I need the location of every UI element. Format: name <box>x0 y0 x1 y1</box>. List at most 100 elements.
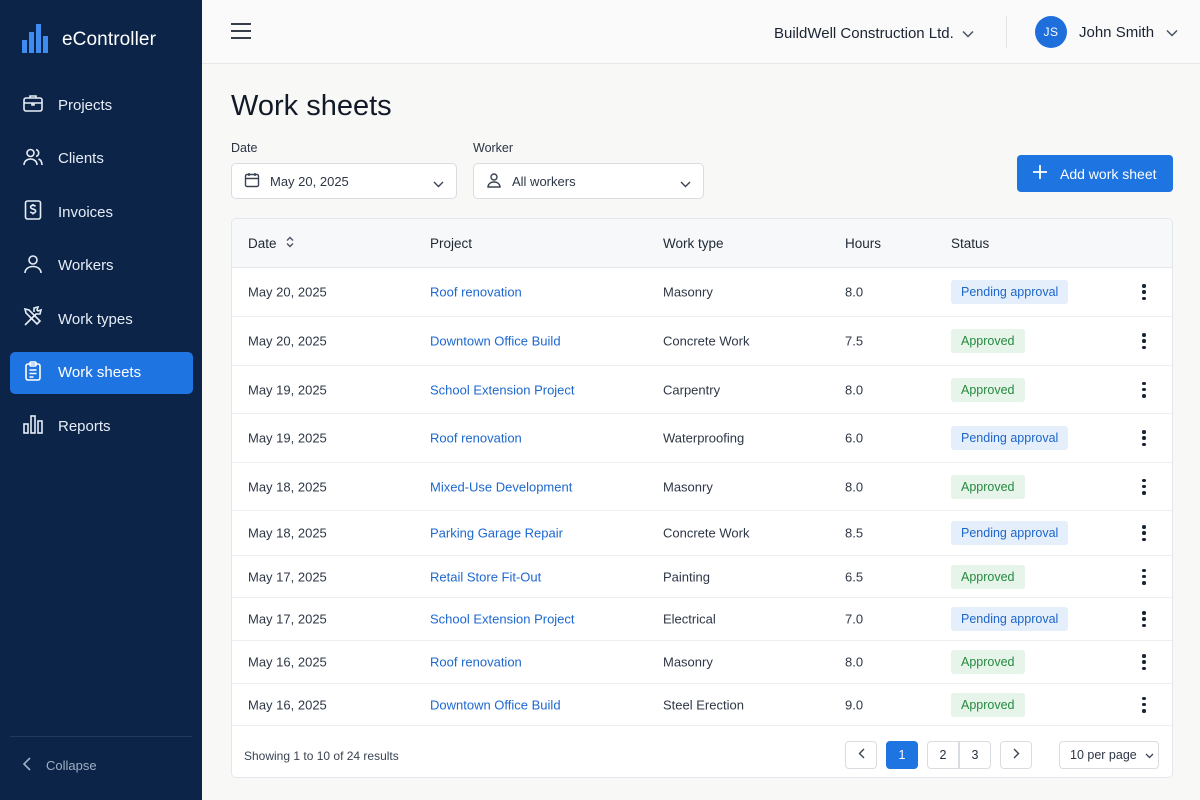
users-icon <box>22 146 44 172</box>
more-options-icon[interactable] <box>1138 568 1150 586</box>
next-page-button[interactable] <box>1000 741 1032 769</box>
sidebar: eController Projects Clients Invoices Wo… <box>0 0 202 800</box>
chevron-down-icon <box>1145 748 1154 762</box>
sidebar-item-projects[interactable]: Projects <box>10 84 193 126</box>
sidebar-item-label: Invoices <box>58 203 114 221</box>
more-options-icon[interactable] <box>1138 524 1150 542</box>
per-page-value: 10 per page <box>1070 748 1137 762</box>
user-menu[interactable]: JS John Smith <box>1035 16 1178 48</box>
invoice-dollar-icon <box>22 199 44 225</box>
sidebar-item-reports[interactable]: Reports <box>10 405 193 447</box>
sidebar-item-work-sheets[interactable]: Work sheets <box>10 351 193 394</box>
cell-work-type: Masonry <box>663 284 713 300</box>
project-link[interactable]: Downtown Office Build <box>430 697 561 712</box>
more-options-icon[interactable] <box>1138 332 1150 350</box>
chevron-left-icon <box>858 748 865 762</box>
sort-icon[interactable] <box>285 236 295 251</box>
project-link[interactable]: Parking Garage Repair <box>430 526 563 541</box>
cell-work-type: Masonry <box>663 479 713 494</box>
worker-filter-label: Worker <box>473 141 514 155</box>
project-link[interactable]: Roof renovation <box>430 431 522 446</box>
more-options-icon[interactable] <box>1138 429 1150 447</box>
status-badge: Approved <box>951 650 1025 674</box>
menu-icon[interactable] <box>230 22 254 42</box>
collapse-label: Collapse <box>46 757 97 773</box>
sidebar-item-work-types[interactable]: Work types <box>10 298 193 340</box>
cell-work-type: Concrete Work <box>663 525 750 541</box>
status-badge: Approved <box>951 692 1025 717</box>
company-name: BuildWell Construction Ltd. <box>774 24 954 42</box>
project-link[interactable]: Roof renovation <box>430 655 522 670</box>
per-page-select[interactable]: 10 per page <box>1059 741 1159 769</box>
user-icon <box>22 253 44 279</box>
cell-hours: 8.0 <box>845 382 864 397</box>
sidebar-item-clients[interactable]: Clients <box>10 138 193 180</box>
sidebar-item-label: Clients <box>58 150 104 167</box>
column-header-status: Status <box>951 236 990 251</box>
cell-hours: 6.5 <box>845 569 864 584</box>
status-badge: Approved <box>951 564 1025 589</box>
page-button-1[interactable]: 1 <box>886 741 918 769</box>
page-button-2[interactable]: 2 <box>927 741 959 769</box>
cell-work-type: Electrical <box>663 611 716 627</box>
table-row[interactable]: May 20, 2025 Downtown Office Build Concret… <box>232 317 1172 366</box>
status-badge: Approved <box>951 377 1025 402</box>
column-header-date[interactable]: Date <box>248 236 295 251</box>
table-row[interactable]: May 16, 2025 Roof renovation Masonry 8.0 App… <box>232 641 1172 684</box>
page-button-3[interactable]: 3 <box>959 741 991 769</box>
date-filter-select[interactable]: May 20, 2025 <box>231 163 457 199</box>
project-link[interactable]: Mixed-Use Development <box>430 479 572 494</box>
project-link[interactable]: School Extension Project <box>430 382 575 397</box>
date-filter-label: Date <box>231 141 258 155</box>
table-row[interactable]: May 17, 2025 Retail Store Fit-Out Painting… <box>232 556 1172 598</box>
table-row[interactable]: May 19, 2025 Roof renovation Waterproofing… <box>232 414 1172 463</box>
cell-hours: 8.5 <box>845 525 864 541</box>
cell-hours: 8.0 <box>845 479 864 494</box>
table-row[interactable]: May 17, 2025 School Extension Project Elec… <box>232 598 1172 641</box>
table-footer: Showing 1 to 10 of 24 results 1 2 3 10 p… <box>232 723 1172 777</box>
cell-hours: 8.0 <box>845 654 864 670</box>
more-options-icon[interactable] <box>1138 610 1150 628</box>
logo-icon <box>22 22 52 59</box>
chevron-right-icon <box>1013 748 1020 762</box>
sidebar-item-workers[interactable]: Workers <box>10 245 193 287</box>
cell-work-type: Waterproofing <box>663 430 745 446</box>
more-options-icon[interactable] <box>1138 696 1150 714</box>
table-row[interactable]: May 19, 2025 School Extension Project Carp… <box>232 366 1172 414</box>
cell-work-type: Carpentry <box>663 382 721 397</box>
cell-work-type: Concrete Work <box>663 333 750 349</box>
company-switcher[interactable]: BuildWell Construction Ltd. <box>774 22 974 44</box>
previous-page-button[interactable] <box>845 741 877 769</box>
worker-filter-value: All workers <box>512 173 576 189</box>
bar-chart-icon <box>22 413 44 439</box>
top-bar: BuildWell Construction Ltd. JS John Smit… <box>202 0 1200 64</box>
avatar: JS <box>1035 16 1067 48</box>
status-badge: Pending approval <box>951 280 1069 304</box>
project-link[interactable]: Roof renovation <box>430 285 522 300</box>
results-summary: Showing 1 to 10 of 24 results <box>244 749 399 763</box>
sidebar-item-label: Work types <box>58 310 133 328</box>
sidebar-item-label: Reports <box>58 417 111 435</box>
project-link[interactable]: Retail Store Fit-Out <box>430 569 541 584</box>
more-options-icon[interactable] <box>1138 381 1150 399</box>
worker-filter-select[interactable]: All workers <box>473 163 704 199</box>
more-options-icon[interactable] <box>1138 653 1150 671</box>
table-header: Date Project Work type Hours Status <box>232 219 1172 268</box>
project-link[interactable]: Downtown Office Build <box>430 334 561 349</box>
sidebar-nav: Projects Clients Invoices Workers Work t… <box>10 84 193 459</box>
add-work-sheet-button[interactable]: Add work sheet <box>1017 155 1173 192</box>
cell-hours: 7.0 <box>845 611 864 627</box>
sidebar-item-invoices[interactable]: Invoices <box>10 191 193 233</box>
more-options-icon[interactable] <box>1138 283 1150 301</box>
cell-work-type: Masonry <box>663 654 713 670</box>
table-row[interactable]: May 20, 2025 Roof renovation Masonry 8.0 Pen… <box>232 268 1172 317</box>
more-options-icon[interactable] <box>1138 478 1150 496</box>
collapse-button[interactable]: Collapse <box>22 754 97 776</box>
cell-date: May 18, 2025 <box>248 479 327 494</box>
date-filter-value: May 20, 2025 <box>270 173 349 189</box>
brand[interactable]: eController <box>22 22 156 59</box>
table-row[interactable]: May 18, 2025 Parking Garage Repair Concret… <box>232 511 1172 556</box>
project-link[interactable]: School Extension Project <box>430 612 575 627</box>
table-row[interactable]: May 16, 2025 Downtown Office Build Steel E… <box>232 684 1172 726</box>
table-row[interactable]: May 18, 2025 Mixed-Use Development Masonry… <box>232 463 1172 511</box>
